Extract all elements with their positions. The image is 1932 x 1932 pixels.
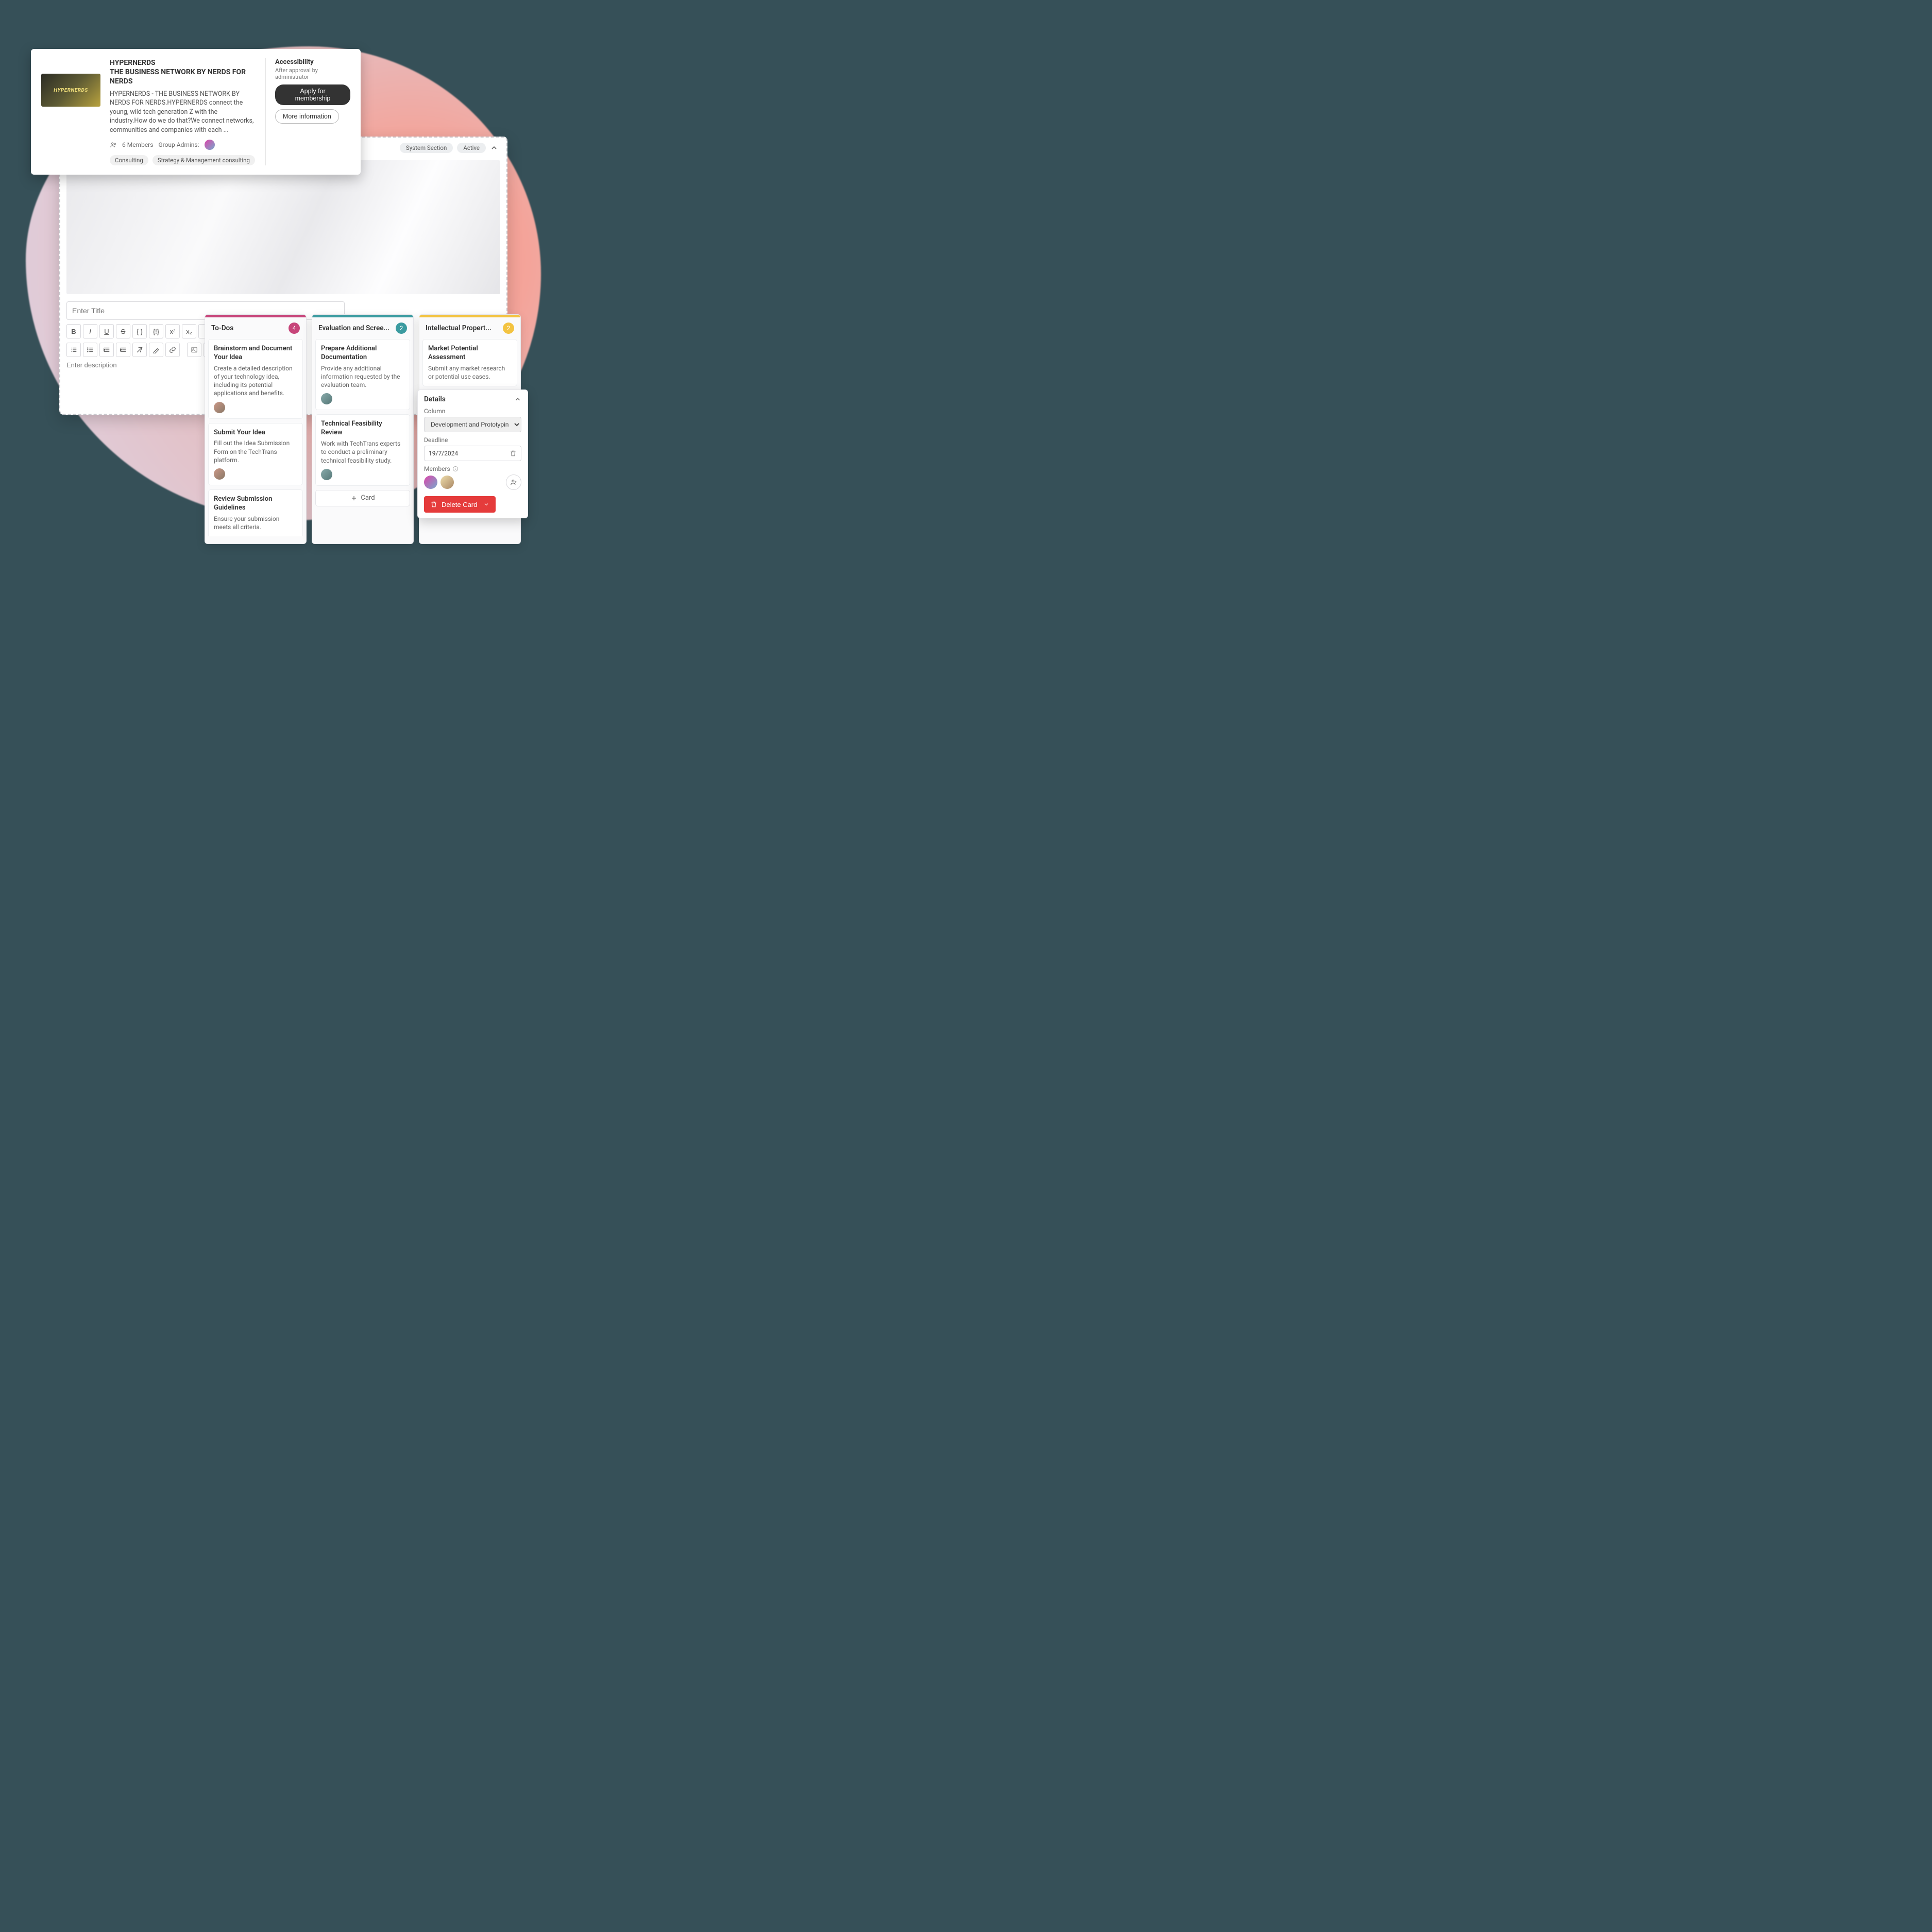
trash-icon[interactable] [510,450,517,457]
group-title: HYPERNERDS THE BUSINESS NETWORK BY NERDS… [110,58,256,87]
admin-avatar [205,140,215,150]
card-desc: Ensure your submission meets all criteri… [214,515,297,531]
indent-increase-button[interactable] [116,343,130,357]
clear-format-button[interactable] [132,343,147,357]
card-avatar [321,393,332,404]
admins-label: Group Admins: [158,141,199,148]
members-icon [110,141,117,148]
kanban-column-evaluation: Evaluation and Scree... 2 Prepare Additi… [312,314,414,544]
details-title: Details [424,395,446,403]
add-card-label: Card [361,494,375,502]
members-count: 6 Members [122,141,153,148]
thumbnail-text: HYPERNERDS [54,88,88,93]
tag: Consulting [110,155,148,165]
info-icon [452,466,459,472]
bold-button[interactable]: B [66,324,81,338]
delete-label: Delete Card [442,501,477,509]
add-member-button[interactable] [506,474,521,490]
group-body: HYPERNERDS THE BUSINESS NETWORK BY NERDS… [110,58,256,165]
column-count: 2 [503,323,514,334]
collapse-icon[interactable] [514,396,521,403]
card-desc: Submit any market research or potential … [428,364,512,381]
plus-icon [350,495,358,502]
card-desc: Work with TechTrans experts to conduct a… [321,439,404,465]
accessibility-title: Accessibility [275,58,350,66]
group-title-line2: THE BUSINESS NETWORK BY NERDS FOR NERDS [110,68,246,86]
column-header: Intellectual Propert... 2 [419,317,520,339]
column-count: 4 [289,323,300,334]
kanban-card[interactable]: Review Submission Guidelines Ensure your… [208,489,303,536]
card-avatar [214,468,225,480]
kanban-card[interactable]: Submit Your Idea Fill out the Idea Submi… [208,423,303,485]
apply-membership-button[interactable]: Apply for membership [275,84,350,105]
column-count: 2 [396,323,407,334]
card-desc: Create a detailed description of your te… [214,364,297,398]
column-title: To-Dos [211,324,233,332]
underline-button[interactable]: U [99,324,114,338]
group-tags: Consulting Strategy & Management consult… [110,155,256,165]
trash-icon [430,501,437,508]
column-title: Evaluation and Scree... [318,324,389,332]
color-button[interactable] [149,343,163,357]
kanban-card[interactable]: Technical Feasibility Review Work with T… [315,414,410,485]
card-title: Technical Feasibility Review [321,420,404,437]
card-details-popover: Details Column Development and Prototypi… [417,389,528,518]
card-title: Market Potential Assessment [428,345,512,362]
card-avatar [214,402,225,413]
active-pill: Active [457,143,486,153]
deadline-label: Deadline [424,436,521,444]
column-label: Column [424,408,521,415]
indent-decrease-button[interactable] [99,343,114,357]
card-title: Brainstorm and Document Your Idea [214,345,297,362]
accessibility-subtitle: After approval by administrator [275,67,350,80]
column-title: Intellectual Propert... [426,324,492,332]
system-section-pill: System Section [400,143,453,153]
deadline-input[interactable]: 19/7/2024 [424,446,521,461]
superscript-button[interactable]: x² [165,324,180,338]
image-button[interactable] [187,343,201,357]
header-pills: System Section Active [400,143,498,153]
kanban-card[interactable]: Market Potential Assessment Submit any m… [422,339,517,386]
card-avatar [321,469,332,480]
group-side-panel: Accessibility After approval by administ… [265,58,350,165]
card-desc: Fill out the Idea Submission Form on the… [214,439,297,464]
column-header: Evaluation and Scree... 2 [312,317,413,339]
column-select[interactable]: Development and Prototyping [424,417,521,432]
link-button[interactable] [165,343,180,357]
code-block-button[interactable]: {!} [149,324,163,338]
kanban-card[interactable]: Prepare Additional Documentation Provide… [315,339,410,410]
card-title: Review Submission Guidelines [214,495,297,513]
card-title: Prepare Additional Documentation [321,345,404,362]
member-avatar[interactable] [440,476,454,489]
list-unordered-button[interactable] [83,343,97,357]
delete-card-button[interactable]: Delete Card [424,496,496,513]
chevron-down-icon [483,501,489,507]
card-desc: Provide any additional information reque… [321,364,404,389]
group-thumbnail: HYPERNERDS [41,74,100,107]
collapse-icon[interactable] [490,144,498,152]
member-avatar[interactable] [424,476,437,489]
card-title: Submit Your Idea [214,429,297,437]
strike-button[interactable]: S [116,324,130,338]
tag: Strategy & Management consulting [152,155,255,165]
members-label: Members [424,465,521,472]
group-description: HYPERNERDS - THE BUSINESS NETWORK BY NER… [110,90,256,135]
code-button[interactable]: { } [132,324,147,338]
hero-image-placeholder[interactable] [66,160,500,294]
user-plus-icon [510,479,517,486]
list-ordered-button[interactable] [66,343,81,357]
add-card-button[interactable]: Card [315,490,410,506]
kanban-card[interactable]: Brainstorm and Document Your Idea Create… [208,339,303,419]
subscript-button[interactable]: x₂ [182,324,196,338]
kanban-column-todos: To-Dos 4 Brainstorm and Document Your Id… [205,314,307,544]
details-header: Details [424,395,521,403]
group-card: HYPERNERDS HYPERNERDS THE BUSINESS NETWO… [31,49,361,175]
group-meta: 6 Members Group Admins: [110,140,256,150]
more-information-button[interactable]: More information [275,109,339,124]
group-title-line1: HYPERNERDS [110,59,156,67]
deadline-value: 19/7/2024 [429,450,458,457]
italic-button[interactable]: I [83,324,97,338]
column-header: To-Dos 4 [205,317,306,339]
